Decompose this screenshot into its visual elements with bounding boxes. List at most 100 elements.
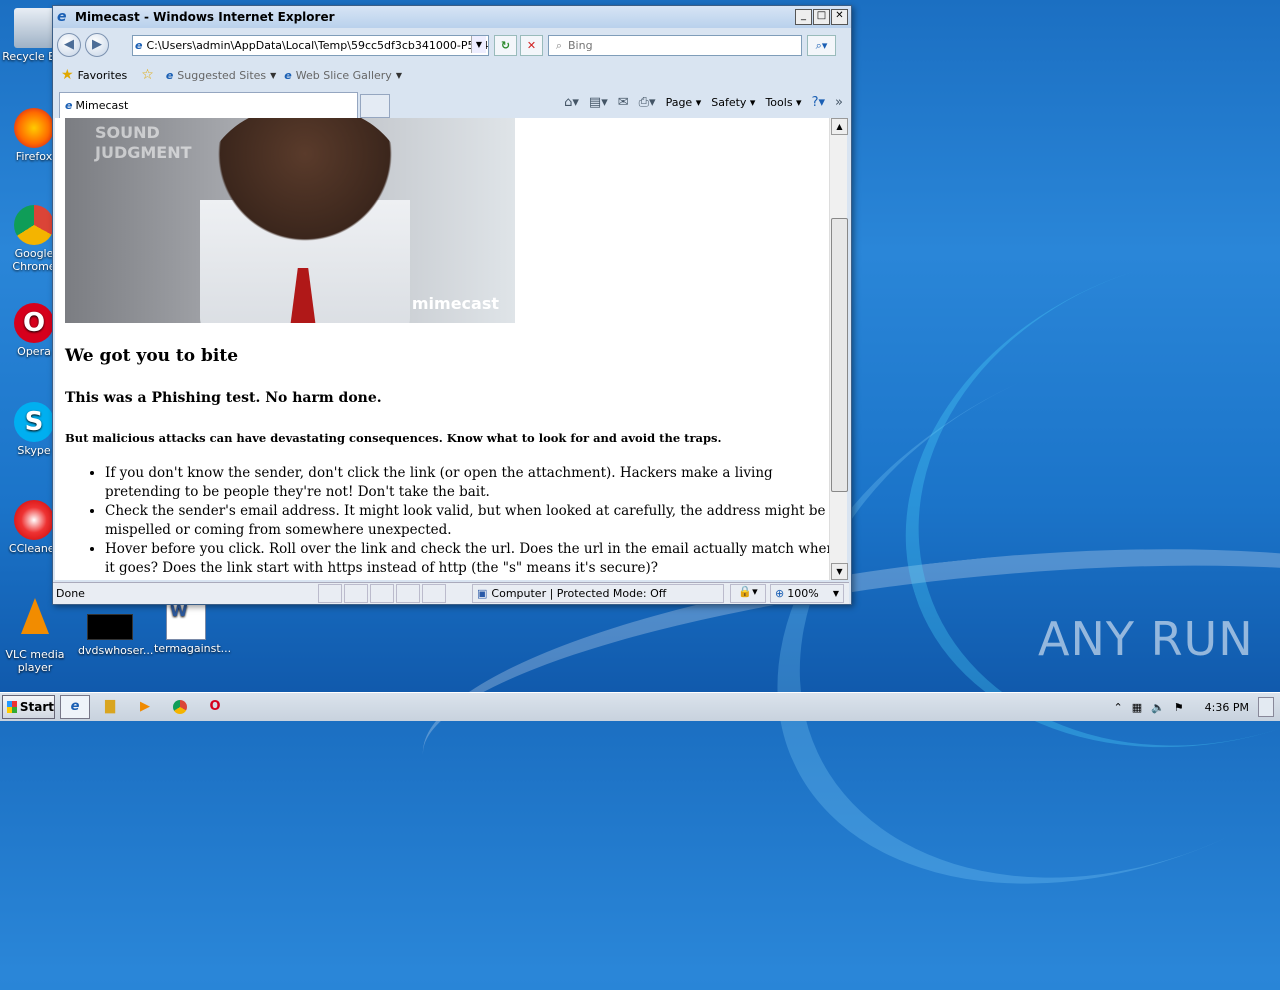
desktop-icon-vlc[interactable]: VLC media player xyxy=(3,598,67,674)
list-item: If you don't know the sender, don't clic… xyxy=(105,464,829,502)
window-title: Mimecast - Windows Internet Explorer xyxy=(75,10,335,24)
safety-menu-label: Safety xyxy=(711,96,747,109)
chevron-double-right-icon[interactable]: » xyxy=(835,95,843,110)
opera-icon: O xyxy=(14,303,54,343)
refresh-button[interactable]: ↻ xyxy=(494,35,517,56)
favorites-bar: ★ Favorites ☆ e Suggested Sites ▼ e Web … xyxy=(53,63,851,87)
scroll-down-button[interactable]: ▼ xyxy=(831,563,848,580)
ccleaner-icon xyxy=(14,500,54,540)
maximize-button[interactable]: □ xyxy=(813,9,830,25)
taskbar-opera-button[interactable]: O xyxy=(200,695,230,719)
tab-mimecast[interactable]: e Mimecast xyxy=(59,92,358,118)
start-label: Start xyxy=(19,700,54,714)
scroll-up-button[interactable]: ▲ xyxy=(831,118,848,135)
suggested-sites-label: Suggested Sites xyxy=(177,68,267,82)
word-document-icon: W xyxy=(166,600,206,640)
chevron-down-icon: ▼ xyxy=(832,589,839,598)
safety-menu[interactable]: Safety ▾ xyxy=(711,96,755,109)
suggested-sites-button[interactable]: e Suggested Sites ▼ xyxy=(166,69,276,82)
taskbar-ie-button[interactable]: e xyxy=(60,695,90,719)
page-content: SOUND JUDGMENT mimecast We got you to bi… xyxy=(55,118,829,580)
page-tagline: But malicious attacks can have devastati… xyxy=(65,431,722,445)
close-button[interactable]: ✕ xyxy=(831,9,848,25)
volume-icon[interactable]: 🔈 xyxy=(1151,701,1165,714)
favorites-button[interactable]: ★ Favorites xyxy=(61,67,127,83)
forward-button[interactable]: ▶ xyxy=(85,33,109,57)
tools-menu[interactable]: Tools ▾ xyxy=(765,96,801,109)
navigation-bar: ◀ ▶ e C:\Users\admin\AppData\Local\Temp\… xyxy=(53,30,851,60)
new-tab-button[interactable] xyxy=(360,94,390,118)
search-go-button[interactable]: ⌕▾ xyxy=(807,35,836,56)
command-bar: ⌂▾ ▤▾ ✉ ⎙▾ Page ▾ Safety ▾ Tools ▾ ?▾ » xyxy=(564,95,843,110)
address-text: C:\Users\admin\AppData\Local\Temp\59cc5d… xyxy=(146,39,489,52)
mail-icon[interactable]: ✉ xyxy=(618,95,629,110)
desktop-icon-label: dvdswhoser... xyxy=(78,644,154,657)
address-dropdown-button[interactable]: ▼ xyxy=(471,36,486,53)
vertical-scrollbar[interactable]: ▲ ▼ xyxy=(829,118,848,580)
add-favorites-button[interactable]: ☆ xyxy=(141,67,158,83)
ie-page-icon: e xyxy=(65,99,73,112)
taskbar: Start e ▇ ▶ O ⌃ ▦ 🔈 ⚑ 4:36 PM xyxy=(0,692,1280,721)
folder-icon: ▇ xyxy=(105,699,115,714)
chrome-icon xyxy=(14,205,54,245)
security-zone-label: Computer | Protected Mode: Off xyxy=(491,587,667,600)
page-menu[interactable]: Page ▾ xyxy=(666,96,702,109)
list-item: Check the sender's email address. It mig… xyxy=(105,502,829,540)
help-icon[interactable]: ?▾ xyxy=(812,95,825,110)
vlc-icon xyxy=(21,598,49,634)
skype-icon: S xyxy=(14,402,54,442)
file-thumbnail-icon xyxy=(87,614,133,640)
feeds-icon[interactable]: ▤▾ xyxy=(589,95,608,110)
zoom-icon: ⊕ xyxy=(775,587,785,600)
stop-button[interactable]: ✕ xyxy=(520,35,543,56)
chrome-icon xyxy=(173,699,187,714)
status-cell xyxy=(318,584,342,603)
web-slice-gallery-button[interactable]: e Web Slice Gallery ▼ xyxy=(284,69,402,82)
ie-page-icon: e xyxy=(165,68,174,82)
print-icon[interactable]: ⎙▾ xyxy=(639,95,656,110)
network-icon[interactable]: ▦ xyxy=(1132,701,1142,714)
clock[interactable]: 4:36 PM xyxy=(1205,701,1249,714)
status-cell xyxy=(344,584,368,603)
minimize-button[interactable]: _ xyxy=(795,9,812,25)
start-button[interactable]: Start xyxy=(2,695,55,719)
status-cell xyxy=(370,584,394,603)
tab-label: Mimecast xyxy=(75,99,129,112)
title-bar[interactable]: e Mimecast - Windows Internet Explorer _… xyxy=(53,6,851,28)
ie-logo-icon: e xyxy=(57,9,67,25)
add-favorites-icon: ☆ xyxy=(141,67,154,83)
ie-page-icon: e xyxy=(284,68,292,82)
desktop-icon-termagainst[interactable]: W termagainst... xyxy=(154,600,231,655)
home-icon[interactable]: ⌂▾ xyxy=(564,95,579,110)
chevron-down-icon: ▼ xyxy=(395,70,402,80)
taskbar-media-player-button[interactable]: ▶ xyxy=(130,695,160,719)
security-zone[interactable]: ▣ Computer | Protected Mode: Off xyxy=(472,584,724,603)
zoom-control[interactable]: ⊕ 100% ▼ xyxy=(770,584,844,603)
search-icon: ⌕ xyxy=(555,38,563,52)
show-desktop-button[interactable] xyxy=(1258,697,1274,717)
taskbar-explorer-button[interactable]: ▇ xyxy=(95,695,125,719)
search-input[interactable] xyxy=(566,38,790,53)
ie-icon: e xyxy=(70,699,80,714)
zoom-level: 100% xyxy=(787,587,819,600)
status-bar: Done ▣ Computer | Protected Mode: Off 🔒▾… xyxy=(53,582,849,604)
address-bar[interactable]: e C:\Users\admin\AppData\Local\Temp\59cc… xyxy=(132,35,489,56)
scroll-thumb[interactable] xyxy=(831,218,848,492)
desktop-icon-dvdswhoser[interactable]: dvdswhoser... xyxy=(78,598,154,657)
anyrun-watermark: ANY RUN xyxy=(1038,612,1254,666)
back-button[interactable]: ◀ xyxy=(57,33,81,57)
page-subheading: This was a Phishing test. No harm done. xyxy=(65,390,382,406)
ie-window: e Mimecast - Windows Internet Explorer _… xyxy=(52,5,852,605)
chevron-down-icon: ▼ xyxy=(270,70,277,80)
search-box: ⌕ xyxy=(548,35,802,56)
action-center-flag-icon[interactable]: ⚑ xyxy=(1174,701,1184,714)
protected-mode-lock-icon[interactable]: 🔒▾ xyxy=(730,584,766,603)
list-item: Hover before you click. Roll over the li… xyxy=(105,540,829,578)
status-text: Done xyxy=(56,587,85,600)
page-menu-label: Page xyxy=(665,96,693,109)
taskbar-chrome-button[interactable] xyxy=(165,695,195,719)
hero-image: SOUND JUDGMENT mimecast xyxy=(65,118,515,323)
show-hidden-icons-icon[interactable]: ⌃ xyxy=(1113,701,1122,714)
web-slice-gallery-label: Web Slice Gallery xyxy=(295,68,392,82)
recycle-bin-icon xyxy=(14,8,54,48)
